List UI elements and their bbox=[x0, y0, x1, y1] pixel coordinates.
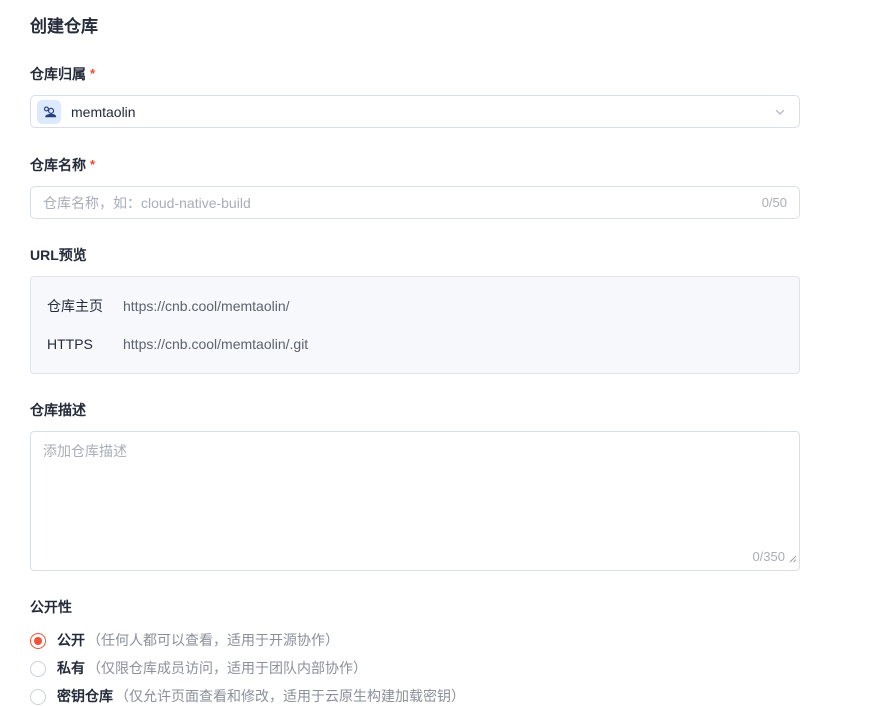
name-label: 仓库名称* bbox=[30, 157, 800, 173]
repo-name-input[interactable] bbox=[43, 195, 752, 211]
description-textarea[interactable] bbox=[31, 432, 799, 570]
url-row-https: HTTPS https://cnb.cool/memtaolin/.git bbox=[47, 325, 783, 363]
name-section: 仓库名称* 0/50 bbox=[30, 157, 800, 219]
create-repo-page: 创建仓库 仓库归属* memtaolin 仓库名称* bbox=[0, 0, 884, 706]
organization-icon bbox=[37, 100, 61, 124]
required-asterisk: * bbox=[90, 66, 95, 81]
radio-option-description: （任何人都可以查看，适用于开源协作） bbox=[87, 631, 339, 650]
url-row-label: HTTPS bbox=[47, 334, 109, 354]
visibility-option-public[interactable]: 公开 （任何人都可以查看，适用于开源协作） bbox=[30, 631, 854, 650]
owner-section: 仓库归属* memtaolin bbox=[30, 66, 800, 128]
name-input-wrap: 0/50 bbox=[30, 186, 800, 219]
url-preview-box: 仓库主页 https://cnb.cool/memtaolin/ HTTPS h… bbox=[30, 276, 800, 374]
chevron-down-icon bbox=[773, 105, 787, 119]
required-asterisk: * bbox=[90, 157, 95, 172]
radio-button[interactable] bbox=[30, 689, 46, 705]
url-preview-section: URL预览 仓库主页 https://cnb.cool/memtaolin/ H… bbox=[30, 248, 800, 374]
description-textarea-wrap: 0/350 bbox=[30, 431, 800, 571]
url-row-homepage: 仓库主页 https://cnb.cool/memtaolin/ bbox=[47, 287, 783, 325]
visibility-section: 公开性 公开 （任何人都可以查看，适用于开源协作） 私有 （仅限仓库成员访问，适… bbox=[30, 600, 854, 706]
radio-button[interactable] bbox=[30, 661, 46, 677]
radio-option-name: 公开 bbox=[57, 631, 85, 650]
visibility-label: 公开性 bbox=[30, 600, 854, 615]
name-char-counter: 0/50 bbox=[762, 195, 787, 210]
page-title: 创建仓库 bbox=[30, 17, 854, 37]
url-preview-label: URL预览 bbox=[30, 248, 800, 263]
radio-option-name: 私有 bbox=[57, 659, 85, 678]
url-row-label: 仓库主页 bbox=[47, 296, 109, 316]
radio-option-description: （仅允许页面查看和修改，适用于云原生构建加载密钥） bbox=[115, 687, 465, 706]
visibility-option-private[interactable]: 私有 （仅限仓库成员访问，适用于团队内部协作） bbox=[30, 659, 854, 678]
resize-handle-icon[interactable] bbox=[787, 550, 797, 568]
radio-option-description: （仅限仓库成员访问，适用于团队内部协作） bbox=[87, 659, 367, 678]
description-section: 仓库描述 0/350 bbox=[30, 403, 800, 571]
owner-label: 仓库归属* bbox=[30, 66, 800, 82]
owner-selected-value: memtaolin bbox=[71, 104, 773, 120]
radio-button[interactable] bbox=[30, 633, 46, 649]
url-row-value: https://cnb.cool/memtaolin/.git bbox=[123, 334, 308, 354]
radio-option-name: 密钥仓库 bbox=[57, 687, 113, 706]
visibility-option-secret[interactable]: 密钥仓库 （仅允许页面查看和修改，适用于云原生构建加载密钥） bbox=[30, 687, 854, 706]
owner-select[interactable]: memtaolin bbox=[30, 95, 800, 128]
url-row-value: https://cnb.cool/memtaolin/ bbox=[123, 296, 290, 316]
description-label: 仓库描述 bbox=[30, 403, 800, 418]
